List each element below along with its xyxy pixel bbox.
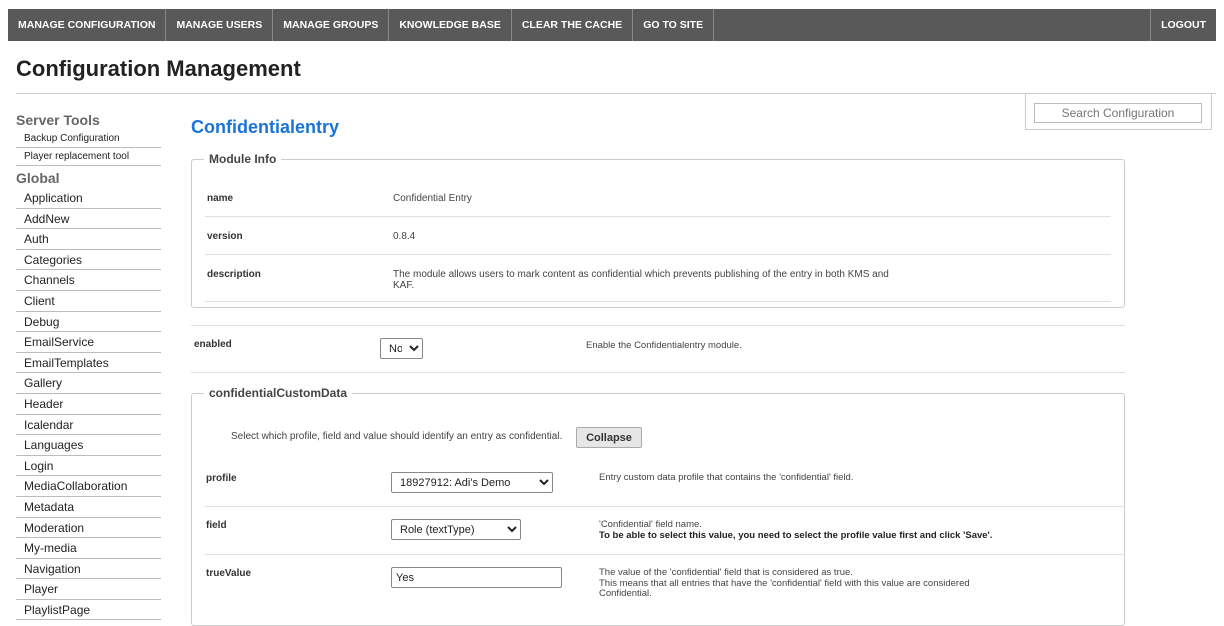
custom-data-intro: Select which profile, field and value sh… bbox=[231, 431, 563, 442]
enabled-row: enabled No Enable the Confidentialentry … bbox=[191, 325, 1125, 373]
enabled-label: enabled bbox=[194, 339, 232, 350]
nav-knowledge-base[interactable]: KNOWLEDGE BASE bbox=[389, 9, 512, 41]
info-name-value: Confidential Entry bbox=[393, 193, 472, 204]
sidebar-item-languages[interactable]: Languages bbox=[16, 435, 161, 456]
sidebar-heading-global: Global bbox=[16, 170, 60, 186]
row-divider bbox=[205, 506, 1125, 507]
sidebar-item-navigation[interactable]: Navigation bbox=[16, 559, 161, 580]
truevalue-label: trueValue bbox=[206, 568, 252, 579]
info-version-value: 0.8.4 bbox=[393, 231, 416, 242]
top-nav-bar: MANAGE CONFIGURATION MANAGE USERS MANAGE… bbox=[8, 9, 1216, 41]
sidebar-item-mediacollaboration[interactable]: MediaCollaboration bbox=[16, 476, 161, 497]
nav-manage-users[interactable]: MANAGE USERS bbox=[166, 9, 274, 41]
sidebar-item-channels[interactable]: Channels bbox=[16, 270, 161, 291]
sidebar-item-categories[interactable]: Categories bbox=[16, 250, 161, 271]
truevalue-description-line1: The value of the 'confidential' field th… bbox=[599, 567, 853, 578]
module-info-legend: Module Info bbox=[209, 152, 277, 166]
nav-manage-groups[interactable]: MANAGE GROUPS bbox=[273, 9, 390, 41]
nav-manage-configuration[interactable]: MANAGE CONFIGURATION bbox=[8, 9, 167, 41]
logout-button[interactable]: LOGOUT bbox=[1150, 9, 1216, 41]
field-description-line1: 'Confidential' field name. bbox=[599, 519, 702, 530]
field-label: field bbox=[206, 520, 227, 531]
field-description: 'Confidential' field name. To be able to… bbox=[599, 519, 993, 541]
custom-data-legend: confidentialCustomData bbox=[209, 386, 348, 400]
sidebar-item-addnew[interactable]: AddNew bbox=[16, 209, 161, 230]
info-name-label: name bbox=[207, 193, 234, 204]
sidebar-item-player[interactable]: Player bbox=[16, 579, 161, 600]
profile-select[interactable]: 18927912: Adi's Demo bbox=[391, 472, 553, 493]
sidebar-item-moderation[interactable]: Moderation bbox=[16, 518, 161, 539]
search-input[interactable] bbox=[1034, 103, 1202, 123]
sidebar-item-application[interactable]: Application bbox=[16, 188, 161, 209]
row-divider bbox=[205, 554, 1125, 555]
field-description-line2: To be able to select this value, you nee… bbox=[599, 529, 993, 541]
module-title: Confidentialentry bbox=[191, 117, 340, 137]
info-row-name: name Confidential Entry bbox=[205, 180, 1111, 217]
profile-description: Entry custom data profile that contains … bbox=[599, 472, 854, 483]
sidebar-item-my-media[interactable]: My-media bbox=[16, 538, 161, 559]
info-description-label: description bbox=[207, 269, 261, 280]
sidebar-heading-server-tools: Server Tools bbox=[16, 112, 100, 128]
truevalue-input[interactable] bbox=[391, 567, 562, 588]
page-title: Configuration Management bbox=[16, 56, 301, 81]
sidebar-item-backup-configuration[interactable]: Backup Configuration bbox=[16, 130, 161, 148]
info-description-value: The module allows users to mark content … bbox=[393, 269, 889, 291]
sidebar-item-client[interactable]: Client bbox=[16, 291, 161, 312]
collapse-button[interactable]: Collapse bbox=[576, 427, 642, 448]
enabled-description: Enable the Confidentialentry module. bbox=[586, 340, 742, 351]
enabled-select[interactable]: No bbox=[380, 338, 423, 359]
sidebar-item-header[interactable]: Header bbox=[16, 394, 161, 415]
nav-go-to-site[interactable]: GO TO SITE bbox=[633, 9, 715, 41]
sidebar-item-emailtemplates[interactable]: EmailTemplates bbox=[16, 353, 161, 374]
sidebar-item-emailservice[interactable]: EmailService bbox=[16, 332, 161, 353]
sidebar-item-player-replacement-tool[interactable]: Player replacement tool bbox=[16, 148, 161, 166]
truevalue-description: The value of the 'confidential' field th… bbox=[599, 567, 1019, 600]
info-row-description: description The module allows users to m… bbox=[205, 255, 1111, 302]
sidebar-item-login[interactable]: Login bbox=[16, 456, 161, 477]
truevalue-description-line2: This means that all entries that have th… bbox=[599, 577, 970, 599]
sidebar-item-playlistpage[interactable]: PlaylistPage bbox=[16, 600, 161, 621]
sidebar-item-icalendar[interactable]: Icalendar bbox=[16, 415, 161, 436]
search-panel bbox=[1025, 94, 1212, 130]
sidebar-item-gallery[interactable]: Gallery bbox=[16, 373, 161, 394]
sidebar-item-metadata[interactable]: Metadata bbox=[16, 497, 161, 518]
info-row-version: version 0.8.4 bbox=[205, 217, 1111, 255]
nav-clear-cache[interactable]: CLEAR THE CACHE bbox=[512, 9, 634, 41]
sidebar-item-auth[interactable]: Auth bbox=[16, 229, 161, 250]
sidebar-item-debug[interactable]: Debug bbox=[16, 312, 161, 333]
info-version-label: version bbox=[207, 231, 243, 242]
field-select[interactable]: Role (textType) bbox=[391, 519, 521, 540]
sidebar: Server Tools Backup Configuration Player… bbox=[16, 108, 161, 621]
profile-label: profile bbox=[206, 473, 237, 484]
